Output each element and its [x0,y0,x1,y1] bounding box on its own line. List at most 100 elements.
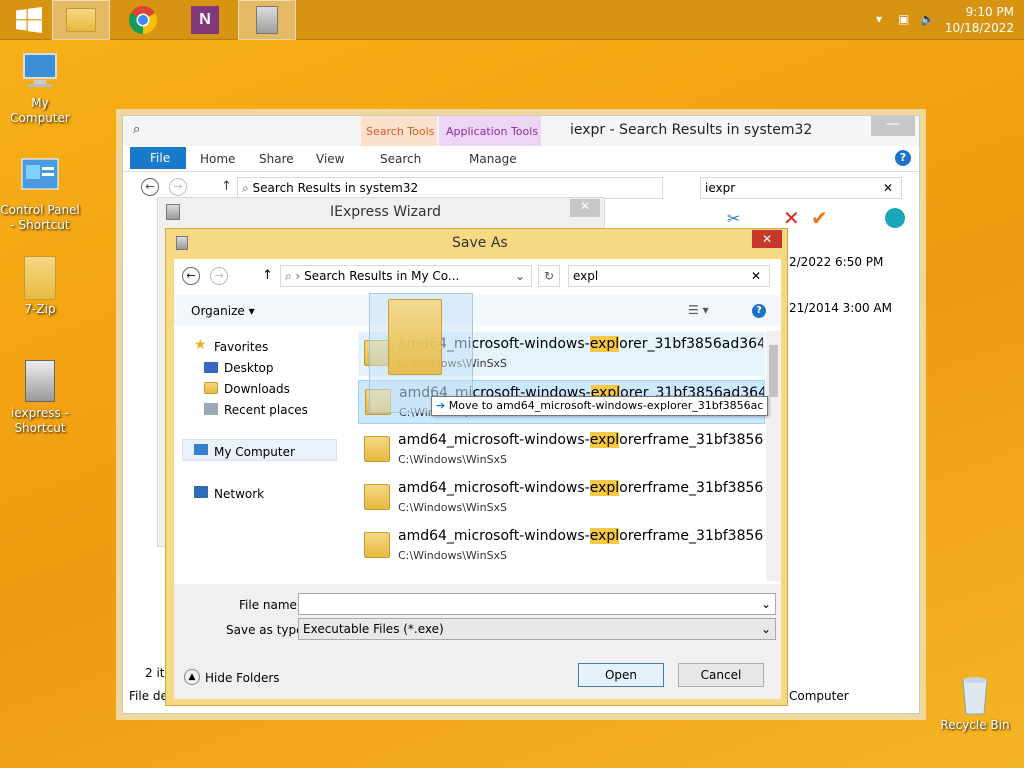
list-item[interactable]: amd64_microsoft-windows-explorerframe_31… [358,428,765,472]
save-as-search-input[interactable]: expl ✕ [568,265,770,287]
delete-icon[interactable]: ✕ [783,206,800,230]
tab-view[interactable]: View [316,152,344,166]
help-icon[interactable]: ? [895,150,911,166]
desktop-icon [204,362,218,373]
chevron-down-icon[interactable]: ⌄ [761,619,771,639]
ctx-search-tools[interactable]: Search Tools [366,125,434,138]
cut-icon[interactable]: ✂ [727,209,740,228]
recent-places-icon [204,403,218,415]
search-icon: ⌕ › [285,269,301,283]
save-as-address-bar[interactable]: ⌕ › Search Results in My Co... ⌄ [280,265,532,287]
view-options-icon[interactable]: ☰ ▾ [688,303,709,317]
chrome-icon [129,6,157,34]
volume-icon[interactable]: 🔈 [920,12,935,26]
item-path: C:\Windows\WinSxS [398,453,508,466]
date-modified-2: 21/2014 3:00 AM [789,301,892,315]
iexpress-icon [166,204,180,220]
nav-network[interactable]: Network [214,487,264,501]
clock[interactable]: 9:10 PM 10/18/2022 [945,4,1014,36]
help-icon[interactable]: ? [752,304,766,318]
forward-icon[interactable]: → [169,178,187,196]
desktop-icon-7zip[interactable]: 7-Zip [0,256,80,317]
hide-folders-icon[interactable]: ▲ [184,669,200,685]
item-name: amd64_microsoft-windows-explorerframe_31… [398,480,763,496]
desktop-icon-iexpress[interactable]: iexpress - Shortcut [0,360,80,436]
iexpress-icon [256,6,278,34]
control-panel-icon [20,157,60,201]
clock-date: 10/18/2022 [944,21,1014,35]
back-icon[interactable]: ← [182,267,200,285]
desktop-icon-control-panel[interactable]: Control Panel - Shortcut [0,157,80,233]
ctx-application-tools[interactable]: Application Tools [446,125,538,138]
tab-search[interactable]: Search [380,152,421,166]
nav-desktop[interactable]: Desktop [224,361,274,375]
folder-icon [364,484,390,510]
drag-tooltip-text: Move to amd64_microsoft-windows-explorer… [448,399,764,412]
refresh-icon[interactable]: ↻ [538,265,560,287]
explorer-status-file: File de [129,689,168,703]
save-as-address-text: Search Results in My Co... [304,269,460,283]
recycle-bin-icon [955,672,995,716]
network-icon [194,486,208,498]
nav-downloads[interactable]: Downloads [224,382,290,396]
globe-icon[interactable] [885,208,905,228]
hide-folders-button[interactable]: Hide Folders [205,671,280,685]
drag-tooltip: ➔ Move to amd64_microsoft-windows-explor… [431,396,769,416]
tab-share[interactable]: Share [259,152,294,166]
desktop-icon-label: iexpress - Shortcut [11,406,69,435]
taskbar-iexpress[interactable] [238,0,296,40]
desktop-icon-label: My Computer [10,96,70,125]
tray-expand-icon[interactable]: ▾ [876,12,882,26]
taskbar-chrome[interactable] [114,0,172,40]
nav-favorites[interactable]: Favorites [214,340,268,354]
explorer-search-value: iexpr [705,181,736,195]
forward-icon[interactable]: → [210,267,228,285]
explorer-search-input[interactable]: iexpr ✕ [700,177,902,199]
save-type-label: Save as type: [226,623,308,637]
desktop-icon-label: Recycle Bin [940,718,1010,732]
folder-icon [364,436,390,462]
nav-recent-places[interactable]: Recent places [224,403,308,417]
up-icon[interactable]: ↑ [262,268,273,283]
explorer-status-location: Computer [789,689,849,703]
check-icon[interactable]: ✔ [811,206,828,230]
tab-file-label: File [150,151,171,165]
back-icon[interactable]: ← [141,178,159,196]
item-path: C:\Windows\WinSxS [398,549,508,562]
save-as-icon [176,236,188,250]
start-button[interactable] [0,0,58,40]
save-as-dialog[interactable]: Save As ✕ ← → ↑ ⌕ › Search Results in My… [165,228,788,706]
organize-button[interactable]: Organize ▾ [191,304,255,318]
save-as-close-button[interactable]: ✕ [752,230,782,248]
save-as-search-value: expl [573,269,599,283]
save-type-select[interactable]: Executable Files (*.exe) ⌄ [298,618,776,640]
nav-my-computer[interactable]: My Computer [214,445,295,459]
file-name-input[interactable]: ⌄ [298,593,776,615]
clear-icon[interactable]: ✕ [883,178,893,198]
explorer-minimize-button[interactable]: — [871,116,915,136]
up-icon[interactable]: ↑ [221,179,232,194]
explorer-title: iexpr - Search Results in system32 [570,122,813,138]
chevron-down-icon[interactable]: ⌄ [761,594,771,614]
network-icon[interactable]: ▣ [898,12,909,26]
cancel-button[interactable]: Cancel [678,663,764,687]
list-item[interactable]: amd64_microsoft-windows-explorerframe_31… [358,524,765,568]
divider [123,171,919,172]
iexpress-close-button[interactable]: ✕ [570,199,600,217]
scrollbar-thumb[interactable] [769,345,778,397]
clear-icon[interactable]: ✕ [751,266,761,286]
desktop-icon-label: 7-Zip [24,302,56,316]
desktop-icon-recycle-bin[interactable]: Recycle Bin [935,672,1015,733]
explorer-address-bar[interactable]: ⌕ Search Results in system32 [237,177,663,199]
explorer-address-text: Search Results in system32 [252,181,419,195]
desktop-icon-my-computer[interactable]: My Computer [0,50,80,126]
taskbar-onenote[interactable]: N [176,0,234,40]
list-item[interactable]: amd64_microsoft-windows-explorerframe_31… [358,476,765,520]
save-as-body: ← → ↑ ⌕ › Search Results in My Co... ⌄ ↻… [174,259,781,699]
open-button[interactable]: Open [578,663,664,687]
folder-icon [364,532,390,558]
taskbar-file-explorer[interactable] [52,0,110,40]
tab-home[interactable]: Home [200,152,235,166]
tab-manage[interactable]: Manage [469,152,517,166]
chevron-down-icon[interactable]: ⌄ [515,266,525,286]
